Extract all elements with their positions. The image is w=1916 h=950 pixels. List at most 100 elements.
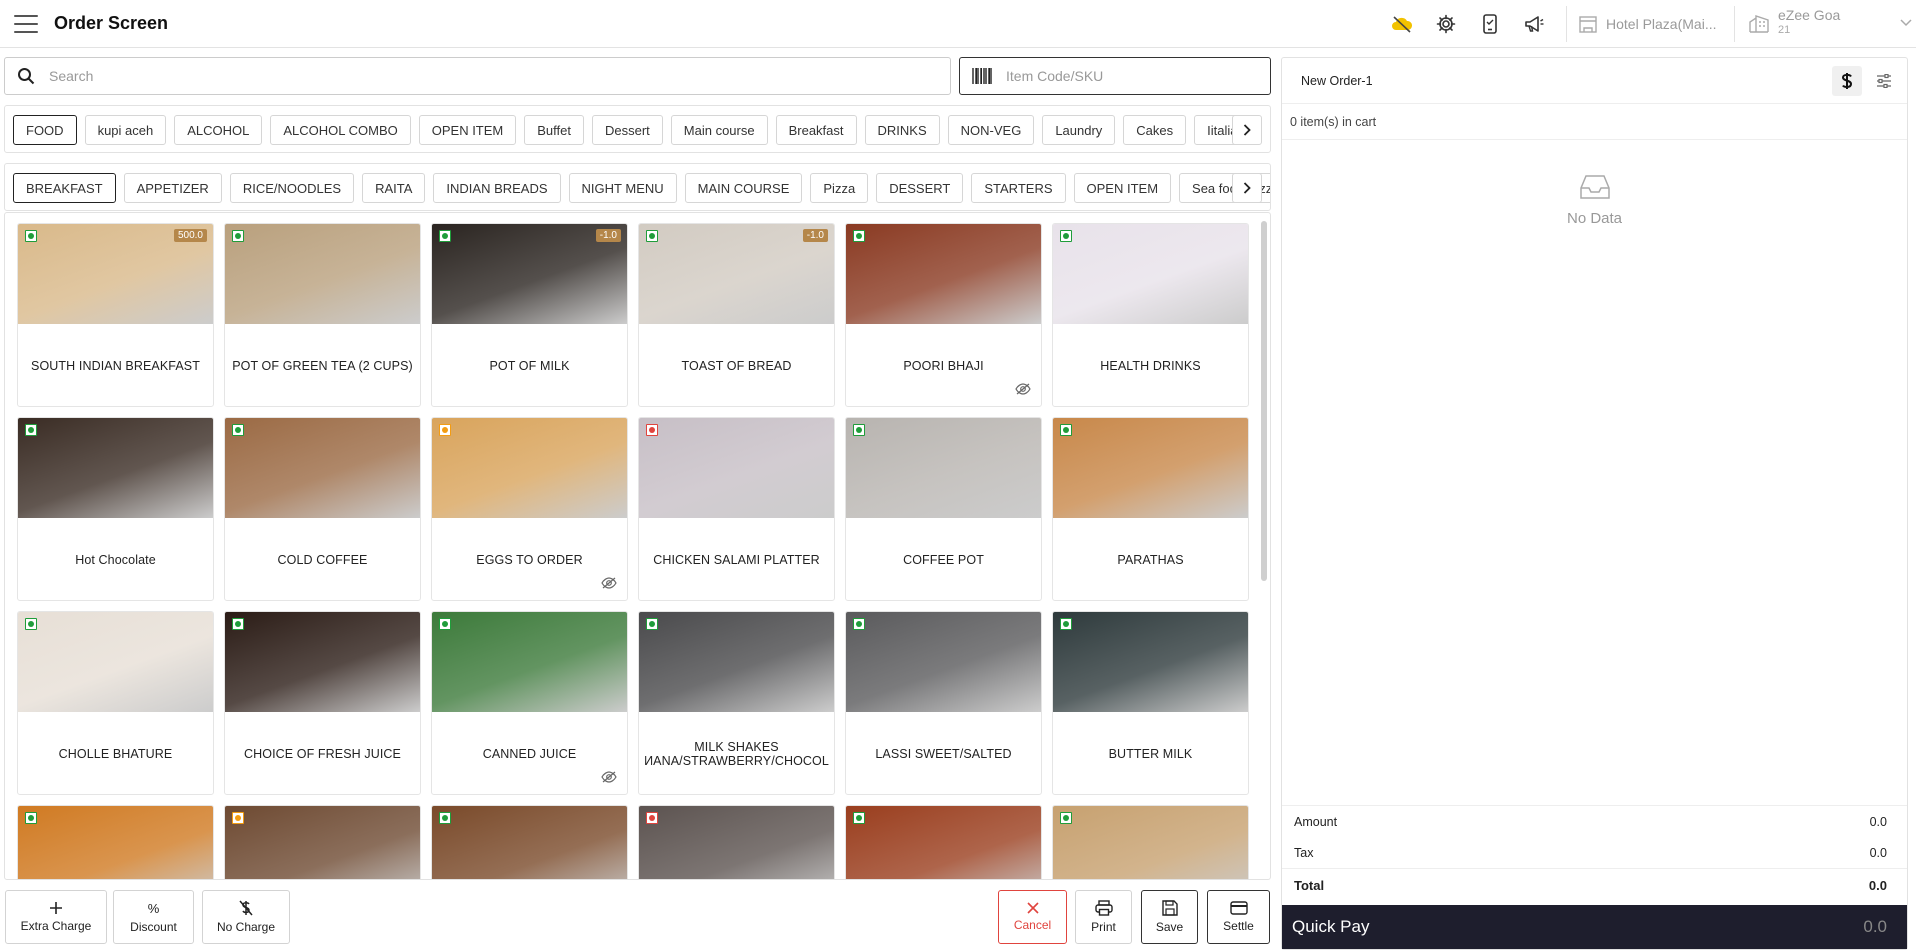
subcategory-chip-open-item[interactable]: OPEN ITEM <box>1073 173 1172 203</box>
subcategory-chip-night-menu[interactable]: NIGHT MENU <box>568 173 677 203</box>
sliders-icon[interactable] <box>1869 66 1899 96</box>
quick-pay-button[interactable]: Quick Pay 0.0 <box>1282 905 1907 949</box>
subcategory-next-button[interactable] <box>1232 173 1262 203</box>
menu-item-card[interactable] <box>17 805 214 879</box>
menu-item-card[interactable]: PARATHAS <box>1052 417 1249 601</box>
chevron-right-icon <box>1243 124 1251 136</box>
menu-item-card[interactable]: COFFEE POT <box>845 417 1042 601</box>
egg-icon <box>232 812 244 824</box>
app-header: Order Screen Hotel Plaza(Mai... eZee Goa… <box>0 0 1916 48</box>
item-image <box>846 806 1041 879</box>
menu-item-card[interactable]: CHOICE OF FRESH JUICE <box>224 611 421 795</box>
property-selector[interactable]: Hotel Plaza(Mai... <box>1578 14 1716 34</box>
non-veg-icon <box>646 424 658 436</box>
menu-item-card[interactable]: POT OF GREEN TEA (2 CUPS) <box>224 223 421 407</box>
item-image <box>18 418 213 518</box>
item-name: CHOLLE BHATURE <box>58 747 173 761</box>
extra-charge-label: Extra Charge <box>20 919 92 933</box>
category-chip-open-item[interactable]: OPEN ITEM <box>418 115 517 145</box>
save-label: Save <box>1155 920 1184 934</box>
veg-icon <box>439 812 451 824</box>
search-input[interactable] <box>49 68 950 84</box>
menu-icon[interactable] <box>14 14 38 33</box>
cart-panel: New Order-1 0 item(s) in cart No Data Am… <box>1281 57 1908 950</box>
menu-item-card[interactable]: CHOLLE BHATURE <box>17 611 214 795</box>
dollar-icon[interactable] <box>1832 66 1862 96</box>
company-selector[interactable]: eZee Goa 21 <box>1748 8 1912 38</box>
grid-scrollbar[interactable] <box>1261 221 1267 581</box>
subcategory-chip-starters[interactable]: STARTERS <box>971 173 1066 203</box>
settings-icon[interactable] <box>1430 10 1462 38</box>
subcategory-chip-pizza[interactable]: Pizza <box>810 173 869 203</box>
veg-icon <box>1060 618 1072 630</box>
category-chip-dessert[interactable]: Dessert <box>591 115 663 145</box>
menu-item-card[interactable] <box>224 805 421 879</box>
subcategory-chip-raita[interactable]: RAITA <box>362 173 426 203</box>
subcategory-chip-indian-breads[interactable]: INDIAN BREADS <box>433 173 561 203</box>
save-button[interactable]: Save <box>1141 890 1198 944</box>
category-chip-alcohol[interactable]: ALCOHOL <box>174 115 263 145</box>
menu-item-card[interactable]: POORI BHAJI <box>845 223 1042 407</box>
menu-item-card[interactable]: BUTTER MILK <box>1052 611 1249 795</box>
menu-item-card[interactable] <box>431 805 628 879</box>
menu-item-card[interactable]: COLD COFFEE <box>224 417 421 601</box>
menu-item-card[interactable]: Hot Chocolate <box>17 417 214 601</box>
menu-item-card[interactable]: -1.0 TOAST OF BREAD <box>638 223 835 407</box>
veg-icon <box>1060 230 1072 242</box>
eye-off-icon[interactable] <box>601 771 617 786</box>
print-button[interactable]: Print <box>1075 890 1132 944</box>
category-chip-drinks[interactable]: DRINKS <box>864 115 940 145</box>
category-chip-kupi-aceh[interactable]: kupi aceh <box>84 115 167 145</box>
item-image: -1.0 <box>432 224 627 324</box>
eye-off-icon[interactable] <box>601 577 617 592</box>
menu-item-card[interactable] <box>845 805 1042 879</box>
veg-icon <box>25 424 37 436</box>
veg-icon <box>853 424 865 436</box>
menu-item-card[interactable]: MILK SHAKES ИANA/STRAWBERRY/CHOCOL <box>638 611 835 795</box>
settle-button[interactable]: Settle <box>1207 890 1270 944</box>
extra-charge-button[interactable]: Extra Charge <box>5 890 107 944</box>
item-image: 500.0 <box>18 224 213 324</box>
no-charge-button[interactable]: No Charge <box>202 890 290 944</box>
menu-item-card[interactable]: LASSI SWEET/SALTED <box>845 611 1042 795</box>
discount-button[interactable]: % Discount <box>113 890 194 944</box>
sku-input[interactable] <box>1006 68 1270 84</box>
category-chip-alcohol-combo[interactable]: ALCOHOL COMBO <box>270 115 411 145</box>
tablet-icon[interactable] <box>1474 10 1506 38</box>
cloud-sync-icon[interactable] <box>1386 10 1418 38</box>
category-chip-cakes[interactable]: Cakes <box>1123 115 1187 145</box>
menu-item-card[interactable]: CHICKEN SALAMI PLATTER <box>638 417 835 601</box>
category-chip-breakfast[interactable]: Breakfast <box>775 115 857 145</box>
veg-icon <box>853 812 865 824</box>
menu-item-card[interactable]: -1.0 POT OF MILK <box>431 223 628 407</box>
cancel-button[interactable]: Cancel <box>998 890 1067 944</box>
menu-item-card[interactable] <box>638 805 835 879</box>
subcategory-chip-appetizer[interactable]: APPETIZER <box>123 173 222 203</box>
megaphone-icon[interactable] <box>1518 10 1550 38</box>
item-image <box>18 612 213 712</box>
menu-item-card[interactable]: 500.0 SOUTH INDIAN BREAKFAST <box>17 223 214 407</box>
category-chip-laundry[interactable]: Laundry <box>1042 115 1116 145</box>
menu-item-card[interactable]: CANNED JUICE <box>431 611 628 795</box>
subcategory-chip-breakfast[interactable]: BREAKFAST <box>13 173 116 203</box>
order-tab[interactable]: New Order-1 <box>1301 74 1373 88</box>
menu-item-card[interactable] <box>1052 805 1249 879</box>
total-label: Total <box>1294 878 1325 893</box>
menu-item-card[interactable]: HEALTH DRINKS <box>1052 223 1249 407</box>
category-next-button[interactable] <box>1232 115 1262 145</box>
category-chip-food[interactable]: FOOD <box>13 115 77 145</box>
eye-off-icon[interactable] <box>1015 383 1031 398</box>
category-chip-non-veg[interactable]: NON-VEG <box>947 115 1035 145</box>
total-value: 0.0 <box>1868 878 1887 893</box>
empty-text: No Data <box>1566 210 1623 227</box>
menu-item-card[interactable]: EGGS TO ORDER <box>431 417 628 601</box>
subcategory-chip-dessert[interactable]: DESSERT <box>876 173 964 203</box>
category-chip-buffet[interactable]: Buffet <box>524 115 584 145</box>
subcategory-chip-main-course[interactable]: MAIN COURSE <box>684 173 803 203</box>
item-name: LASSI SWEET/SALTED <box>875 747 1012 761</box>
veg-icon <box>646 618 658 630</box>
subcategory-bar: BREAKFAST APPETIZER RICE/NOODLES RAITA INDIA… <box>4 163 1271 211</box>
subcategory-chip-rice-noodles[interactable]: RICE/NOODLES <box>229 173 355 203</box>
category-chip-main-course[interactable]: Main course <box>670 115 768 145</box>
price-badge: -1.0 <box>595 229 621 242</box>
